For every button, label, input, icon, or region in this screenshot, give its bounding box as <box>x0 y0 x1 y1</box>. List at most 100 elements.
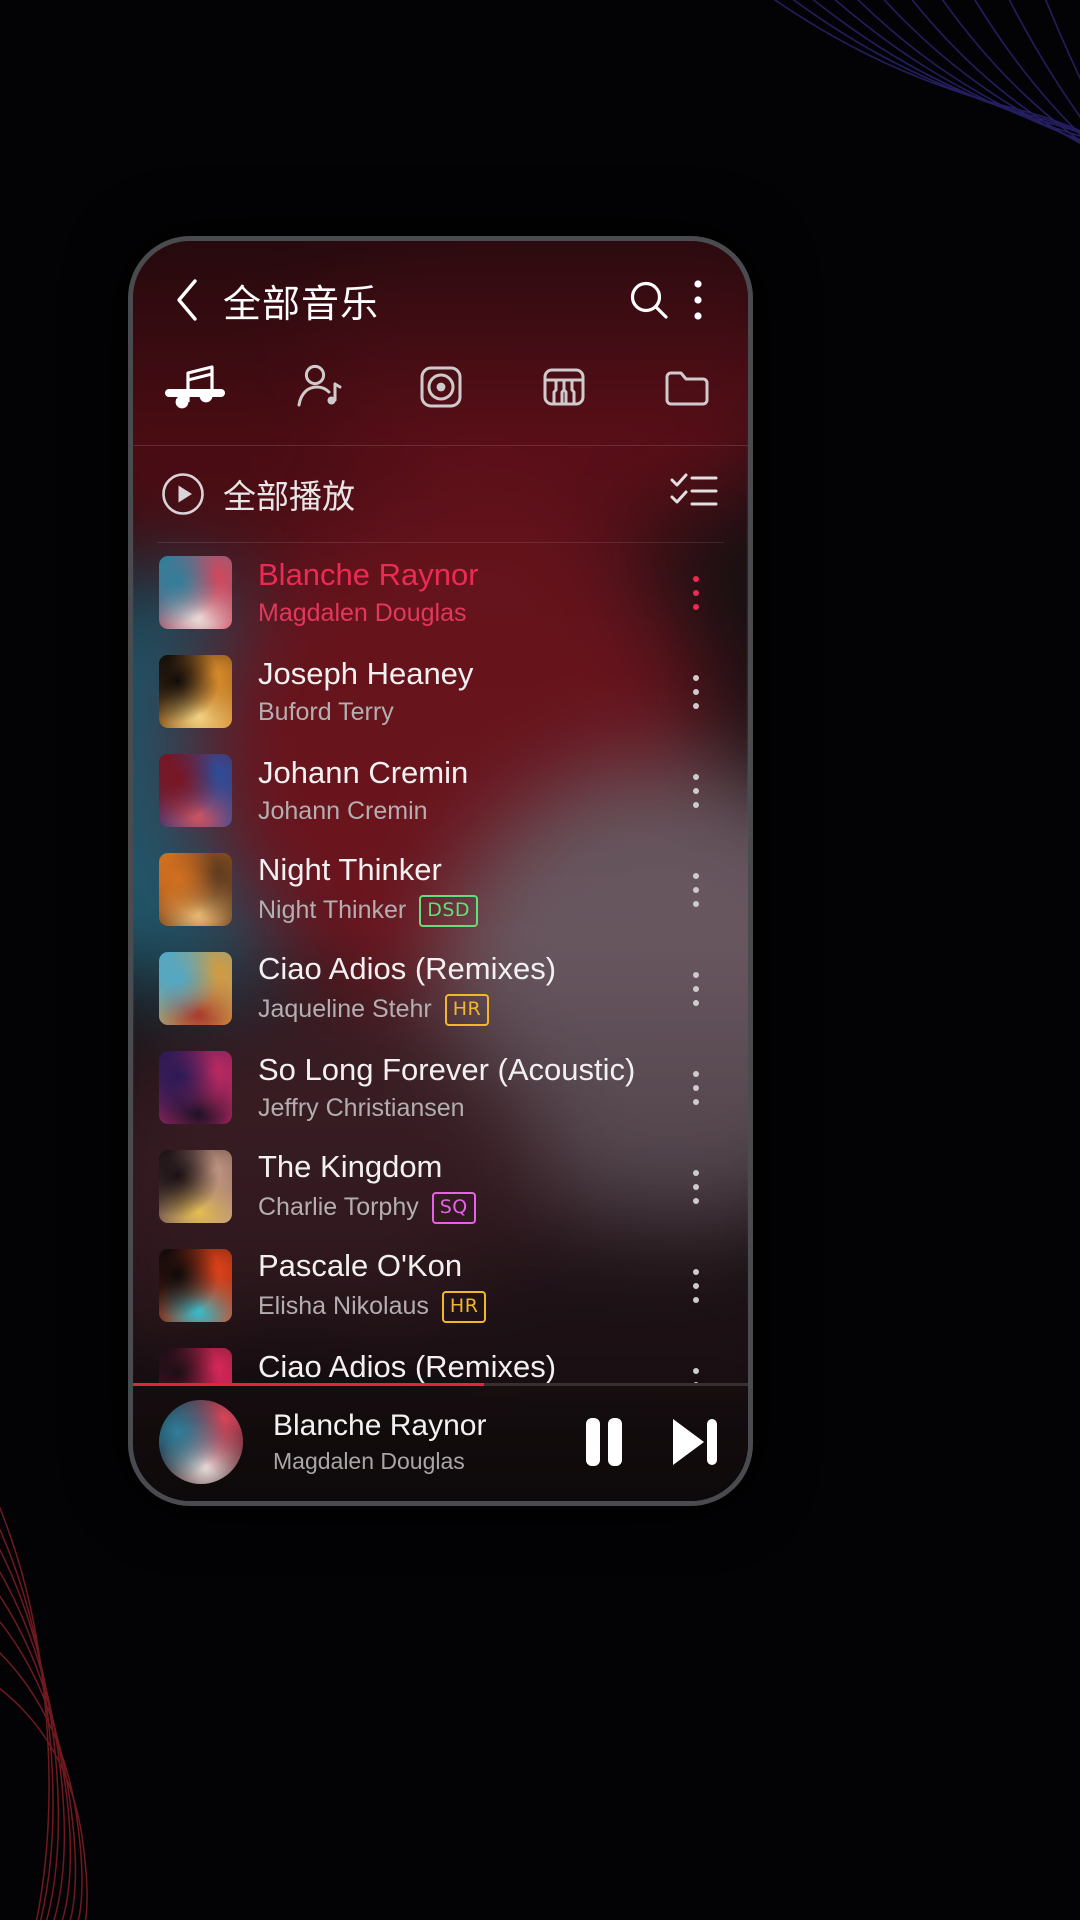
tab-albums[interactable] <box>379 359 502 413</box>
folder-icon-wrap <box>660 361 714 413</box>
music-note-icon <box>175 365 214 409</box>
folder-icon <box>665 371 708 406</box>
song-more-button[interactable] <box>668 656 724 728</box>
mini-player-text: Blanche Raynor Magdalen Douglas <box>273 1409 564 1475</box>
song-title: Ciao Adios (Remixes) <box>258 1348 557 1383</box>
more-vertical-icon <box>693 1169 699 1204</box>
song-subtitle-row: Charlie Torphy SQ <box>258 1191 668 1224</box>
mini-player-artwork[interactable] <box>159 1400 243 1484</box>
song-artwork <box>159 853 232 926</box>
music-note-icon-wrap <box>168 361 222 413</box>
song-artist: Charlie Torphy <box>258 1193 419 1222</box>
song-artist: Johann Cremin <box>258 797 428 826</box>
mini-player-controls <box>582 1415 720 1469</box>
tab-folders[interactable] <box>625 359 748 413</box>
song-text: The Kingdom Charlie Torphy SQ <box>258 1149 668 1224</box>
song-more-button[interactable] <box>668 854 724 926</box>
song-more-button[interactable] <box>668 1151 724 1223</box>
song-row[interactable]: Pascale O'Kon Elisha Nikolaus HR <box>133 1236 748 1335</box>
song-row[interactable]: So Long Forever (Acoustic) Jeffry Christi… <box>133 1038 748 1137</box>
song-text: Ciao Adios (Remixes)Willis Osinski <box>258 1349 668 1383</box>
library-tab-bar <box>133 359 748 445</box>
song-title: Johann Cremin <box>258 754 469 790</box>
song-more-button[interactable] <box>668 1349 724 1383</box>
app-top-bar: 全部音乐 <box>133 241 748 359</box>
song-title: Ciao Adios (Remixes) <box>258 951 557 987</box>
page-title: 全部音乐 <box>223 281 380 326</box>
quality-badge: HR <box>441 1290 487 1323</box>
song-artwork <box>159 556 232 629</box>
song-more-button[interactable] <box>668 755 724 827</box>
song-title: Night Thinker <box>258 852 442 888</box>
piano-keys-icon-wrap <box>537 361 591 413</box>
more-vertical-icon <box>693 971 699 1006</box>
song-artwork <box>159 655 232 728</box>
artist-icon-wrap <box>291 361 345 413</box>
song-artwork <box>159 1348 232 1383</box>
song-text: Joseph Heaney Buford Terry <box>258 656 668 728</box>
song-list[interactable]: Blanche Raynor Magdalen Douglas Joseph Hea… <box>133 543 748 1383</box>
playback-progress-fill <box>133 1383 484 1386</box>
song-text: Night Thinker Night Thinker DSD <box>258 852 668 927</box>
next-track-button[interactable] <box>668 1415 720 1469</box>
song-row[interactable]: Johann Cremin Johann Cremin <box>133 741 748 840</box>
search-button[interactable] <box>620 271 678 329</box>
quality-badge: HR <box>444 993 490 1026</box>
song-title: So Long Forever (Acoustic) <box>258 1051 636 1087</box>
pause-button[interactable] <box>582 1415 626 1469</box>
song-text: Johann Cremin Johann Cremin <box>258 755 668 827</box>
more-vertical-icon <box>693 674 699 709</box>
pause-icon <box>586 1418 622 1466</box>
quality-badge: SQ <box>431 1191 476 1224</box>
song-text: So Long Forever (Acoustic) Jeffry Christi… <box>258 1052 668 1124</box>
tab-songs[interactable] <box>133 359 256 413</box>
song-title: Pascale O'Kon <box>258 1248 463 1284</box>
song-more-button[interactable] <box>668 1250 724 1322</box>
mini-player-title: Blanche Raynor <box>273 1409 487 1442</box>
song-artwork <box>159 1249 232 1322</box>
tab-artists[interactable] <box>256 359 379 413</box>
song-artist: Jeffry Christiansen <box>258 1094 465 1123</box>
play-circle-icon <box>162 473 204 515</box>
song-row[interactable]: Ciao Adios (Remixes)Willis Osinski <box>133 1335 748 1383</box>
song-row[interactable]: Night Thinker Night Thinker DSD <box>133 840 748 939</box>
song-more-button[interactable] <box>668 1052 724 1124</box>
more-vertical-icon <box>693 872 699 907</box>
song-row[interactable]: Joseph Heaney Buford Terry <box>133 642 748 741</box>
song-row[interactable]: The Kingdom Charlie Torphy SQ <box>133 1137 748 1236</box>
play-all-label: 全部播放 <box>223 477 355 516</box>
song-artwork <box>159 1051 232 1124</box>
song-artist: Magdalen Douglas <box>258 599 467 628</box>
playback-progress-track[interactable] <box>133 1383 748 1386</box>
piano-keys-icon <box>543 368 584 406</box>
tab-genres[interactable] <box>502 359 625 413</box>
back-button[interactable] <box>161 274 213 326</box>
song-artist: Buford Terry <box>258 698 394 727</box>
song-subtitle-row: Johann Cremin <box>258 797 668 826</box>
song-row[interactable]: Ciao Adios (Remixes) Jaqueline Stehr HR <box>133 939 748 1038</box>
song-subtitle-row: Jaqueline Stehr HR <box>258 993 668 1026</box>
song-more-button[interactable] <box>668 557 724 629</box>
music-app-screen: 全部音乐 全部播放 Blanche Raynor Magdalen Dougla… <box>133 241 748 1501</box>
song-title: The Kingdom <box>258 1149 443 1185</box>
active-tab-indicator <box>164 389 225 397</box>
more-vertical-icon <box>693 773 699 808</box>
checklist-icon <box>670 473 718 505</box>
song-text: Blanche Raynor Magdalen Douglas <box>258 557 668 629</box>
mini-player-bar[interactable]: Blanche Raynor Magdalen Douglas <box>133 1383 748 1501</box>
multiselect-button[interactable] <box>670 471 718 518</box>
more-vertical-icon <box>693 1367 699 1383</box>
song-more-button[interactable] <box>668 953 724 1025</box>
more-vertical-icon <box>693 575 699 610</box>
more-vertical-icon <box>693 1070 699 1105</box>
play-all-button[interactable]: 全部播放 <box>161 470 355 518</box>
album-disc-icon <box>420 366 461 408</box>
phone-device-frame: 全部音乐 全部播放 Blanche Raynor Magdalen Dougla… <box>128 236 753 1506</box>
skip-next-icon <box>673 1419 717 1465</box>
song-subtitle-row: Buford Terry <box>258 698 668 727</box>
song-row[interactable]: Blanche Raynor Magdalen Douglas <box>133 543 748 642</box>
top-bar-more-button[interactable] <box>678 271 718 329</box>
song-subtitle-row: Magdalen Douglas <box>258 599 668 628</box>
song-subtitle-row: Jeffry Christiansen <box>258 1094 668 1123</box>
chevron-left-icon <box>177 279 197 321</box>
